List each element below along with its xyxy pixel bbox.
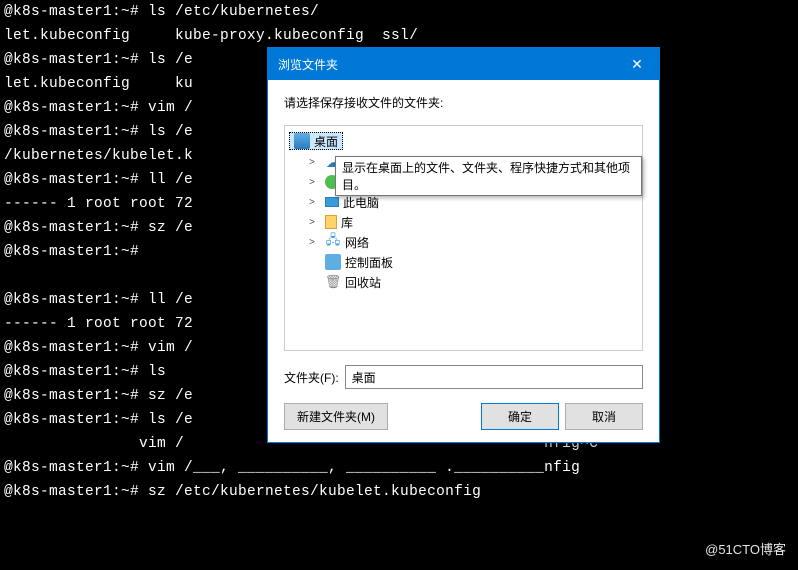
- recycle-bin-icon: 🗑: [325, 274, 341, 290]
- cancel-button[interactable]: 取消: [565, 403, 643, 430]
- folder-name-input[interactable]: [345, 365, 643, 389]
- tree-item-label: 控制面板: [345, 254, 393, 271]
- tree-item-libraries[interactable]: > 库: [307, 212, 638, 232]
- control-panel-icon: [325, 254, 341, 270]
- tree-item-network[interactable]: > 🖧 网络: [307, 232, 638, 252]
- tree-root-label: 桌面: [314, 133, 338, 150]
- instruction-text: 请选择保存接收文件的文件夹:: [284, 94, 643, 111]
- close-icon[interactable]: ✕: [615, 48, 659, 80]
- tree-item-label: 此电脑: [343, 194, 379, 211]
- dialog-title: 浏览文件夹: [278, 56, 338, 73]
- tree-item-label: 库: [341, 214, 353, 231]
- folder-name-row: 文件夹(F):: [284, 365, 643, 389]
- chevron-right-icon[interactable]: >: [309, 217, 321, 228]
- tree-root-desktop[interactable]: 桌面: [289, 132, 343, 150]
- new-folder-button[interactable]: 新建文件夹(M): [284, 403, 388, 430]
- network-icon: 🖧: [325, 234, 341, 250]
- tree-item-label: 网络: [345, 234, 369, 251]
- tree-item-control-panel[interactable]: 控制面板: [307, 252, 638, 272]
- chevron-right-icon[interactable]: >: [309, 177, 321, 188]
- chevron-right-icon[interactable]: >: [309, 197, 321, 208]
- folder-tree[interactable]: 桌面 > ☁ OneDrive > a > 此电脑: [284, 125, 643, 351]
- desktop-icon: [294, 133, 310, 149]
- tree-item-recycle-bin[interactable]: 🗑 回收站: [307, 272, 638, 292]
- chevron-right-icon[interactable]: >: [309, 157, 321, 168]
- folder-label: 文件夹(F):: [284, 369, 339, 386]
- watermark: @51CTO博客: [705, 539, 786, 558]
- browse-folder-dialog: 浏览文件夹 ✕ 请选择保存接收文件的文件夹: 桌面 > ☁ OneDrive >…: [267, 47, 660, 443]
- dialog-titlebar: 浏览文件夹 ✕: [268, 48, 659, 80]
- ok-button[interactable]: 确定: [481, 403, 559, 430]
- chevron-right-icon[interactable]: >: [309, 237, 321, 248]
- pc-icon: [325, 197, 339, 207]
- tooltip: 显示在桌面上的文件、文件夹、程序快捷方式和其他项目。: [335, 156, 642, 196]
- library-icon: [325, 215, 337, 229]
- dialog-buttons: 新建文件夹(M) 确定 取消: [284, 403, 643, 430]
- dialog-body: 请选择保存接收文件的文件夹: 桌面 > ☁ OneDrive > a >: [268, 80, 659, 442]
- tree-item-label: 回收站: [345, 274, 381, 291]
